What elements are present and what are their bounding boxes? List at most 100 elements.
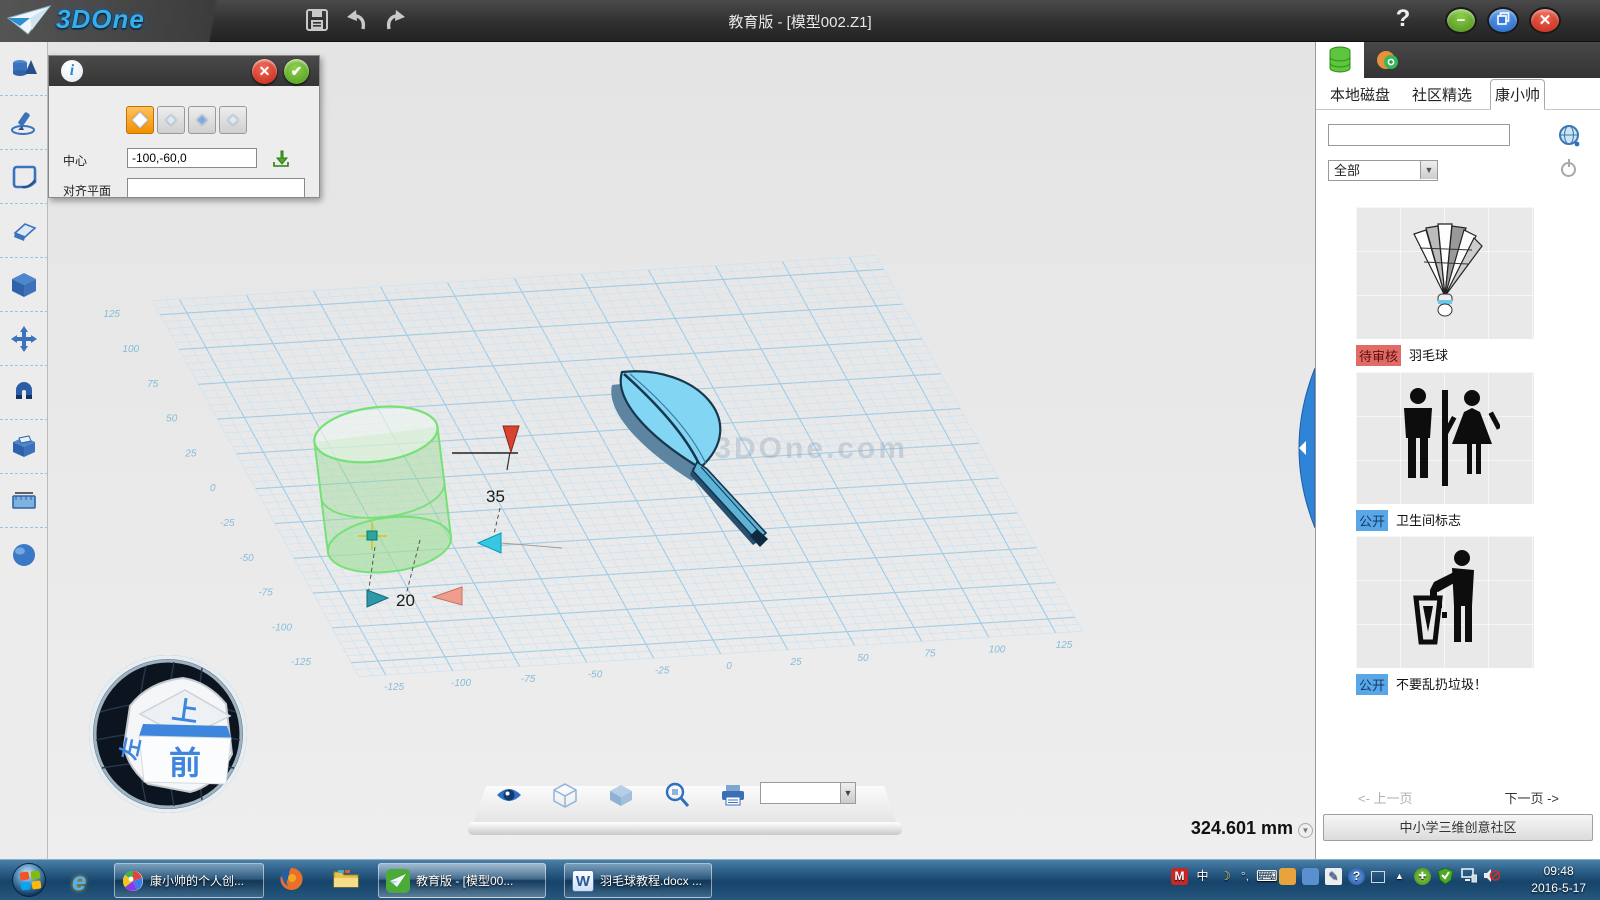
chevron-down-icon[interactable]: ▼ (1420, 161, 1437, 179)
maximize-button[interactable] (1487, 7, 1519, 34)
dialog-ok-button[interactable]: ✔ (284, 59, 309, 84)
item-thumbnail[interactable] (1356, 207, 1534, 339)
next-page-button[interactable]: 下一页 -> (1504, 788, 1559, 807)
move-arrows-icon (9, 324, 39, 354)
tray-volume-muted-icon[interactable] (1483, 868, 1500, 885)
ruler-icon (9, 486, 39, 516)
tool-assembly-magnet[interactable] (0, 366, 48, 420)
pinwheel-browser-icon (122, 870, 144, 892)
drag-cone-salmon[interactable] (433, 587, 462, 605)
tool-edit-sketch[interactable] (0, 150, 48, 204)
tray-show-hidden-icon[interactable]: ▲ (1391, 868, 1408, 885)
tray-m-icon[interactable]: M (1171, 868, 1188, 885)
grid-axis-label: 25 (789, 657, 802, 668)
firefox-icon[interactable] (278, 866, 304, 897)
power-icon[interactable] (1561, 162, 1576, 177)
drag-cone-teal[interactable] (367, 590, 388, 607)
ie-icon[interactable]: e (72, 866, 86, 897)
start-button[interactable] (12, 863, 46, 897)
viewcube-top-label[interactable]: 上 (170, 694, 200, 727)
tray-update-icon[interactable]: ✚ (1414, 868, 1431, 885)
tool-basic-solids[interactable] (0, 42, 48, 96)
tool-feature-modeling[interactable] (0, 258, 48, 312)
scale-readout: 324.601 mm (1098, 818, 1293, 839)
taskbar-task-3done[interactable]: 教育版 - [模型00... (378, 863, 546, 898)
scale-dropdown-button[interactable]: ▼ (1298, 823, 1313, 838)
tab-community-picks[interactable]: 社区精选 (1408, 80, 1476, 109)
mode-button-2[interactable] (157, 106, 185, 134)
panel-collapse-handle[interactable] (1295, 368, 1315, 528)
tray-shield-icon[interactable] (1437, 868, 1454, 885)
gallery-item-no-littering[interactable]: 公开 不要乱扔垃圾！ (1356, 536, 1534, 695)
taskbar-task-word[interactable]: W 羽毛球教程.docx ... (564, 863, 712, 898)
tray-help-icon[interactable]: ? (1348, 868, 1365, 885)
shaded-display-icon[interactable] (608, 783, 634, 807)
viewcube-front-label[interactable]: 前 (169, 745, 201, 781)
tray-window-icon[interactable] (1371, 871, 1385, 883)
chevron-down-icon[interactable]: ▼ (840, 783, 855, 803)
tray-ime-icon[interactable]: 中 (1194, 868, 1211, 885)
tab-local-disk[interactable]: 本地磁盘 (1326, 80, 1394, 109)
tool-move[interactable] (0, 312, 48, 366)
tool-special-effects[interactable] (0, 420, 48, 474)
pick-point-icon[interactable] (271, 148, 291, 168)
close-button[interactable]: ✕ (1529, 7, 1561, 34)
tool-eraser[interactable] (0, 204, 48, 258)
info-icon: i (61, 60, 83, 82)
mode-button-3[interactable] (188, 106, 216, 134)
tab-community-app[interactable] (1364, 42, 1412, 78)
tool-measure[interactable] (0, 474, 48, 528)
mode-button-1[interactable] (126, 106, 154, 134)
viewport-3d[interactable]: -125-100-75-50-2502550751001251251007550… (48, 42, 1315, 859)
tray-deg-icon[interactable]: °, (1240, 868, 1250, 885)
view-cube[interactable]: 上 前 左 (89, 655, 247, 813)
gallery-item-restroom[interactable]: 公开 卫生间标志 (1356, 372, 1534, 531)
prev-page-button[interactable]: <- 上一页 (1358, 788, 1413, 807)
wireframe-display-icon[interactable] (552, 782, 578, 808)
visibility-eye-icon[interactable] (496, 784, 522, 806)
minimize-button[interactable]: − (1445, 7, 1477, 34)
center-input[interactable] (127, 148, 257, 168)
explorer-folder-icon[interactable] (332, 866, 360, 895)
item-thumbnail[interactable] (1356, 536, 1534, 668)
zoom-icon[interactable] (664, 782, 690, 808)
dialog-header: i ✕ ✔ (49, 56, 319, 86)
gallery-item-shuttlecock[interactable]: 待审核 羽毛球 (1356, 207, 1534, 366)
grid-axis-label: 75 (924, 649, 936, 660)
tray-network-icon[interactable] (1460, 868, 1477, 885)
tray-moon-icon[interactable]: ☽ (1217, 868, 1234, 885)
item-thumbnail[interactable] (1356, 372, 1534, 504)
community-site-button[interactable]: 中小学三维创意社区 (1323, 814, 1593, 841)
model-cylinder[interactable] (311, 400, 454, 579)
grid-axis-label: 0 (726, 661, 732, 672)
grid-axis-label: -75 (258, 588, 273, 599)
grid-axis-label: 100 (122, 344, 139, 355)
align-plane-input[interactable] (127, 178, 305, 198)
tab-library[interactable] (1316, 42, 1364, 78)
grid-axis-label: -25 (655, 665, 670, 676)
taskbar-task-browser[interactable]: 康小帅的个人创... (114, 863, 264, 898)
search-input[interactable] (1328, 124, 1510, 146)
tool-sketch[interactable] (0, 96, 48, 150)
grid-axis-label: -50 (239, 553, 254, 564)
grid-axis-label: 50 (857, 653, 869, 664)
tray-search-doc-icon[interactable] (1302, 868, 1319, 885)
help-button[interactable]: ? (1390, 5, 1416, 33)
grid-axis-label: 125 (103, 309, 120, 320)
tray-mail-icon[interactable] (1279, 868, 1296, 885)
tray-keyboard-icon[interactable]: ⌨ (1256, 868, 1273, 885)
tool-render-material[interactable] (0, 528, 48, 582)
taskbar-clock[interactable]: 09:48 2016-5-17 (1531, 863, 1586, 897)
mode-button-4[interactable] (219, 106, 247, 134)
tab-user[interactable]: 康小帅 (1490, 79, 1545, 110)
eraser-icon (9, 216, 39, 246)
cube-icon (9, 270, 39, 300)
search-globe-icon[interactable] (1558, 124, 1582, 148)
view-preset-combobox[interactable]: ▼ (760, 782, 856, 804)
status-badge: 公开 (1356, 510, 1388, 531)
tray-notes-icon[interactable]: ✎ (1325, 868, 1342, 885)
align-plane-label: 对齐平面 (63, 182, 111, 199)
dialog-cancel-button[interactable]: ✕ (252, 59, 277, 84)
watermark: i3DOne.com (703, 432, 908, 465)
print-icon[interactable] (720, 783, 746, 807)
